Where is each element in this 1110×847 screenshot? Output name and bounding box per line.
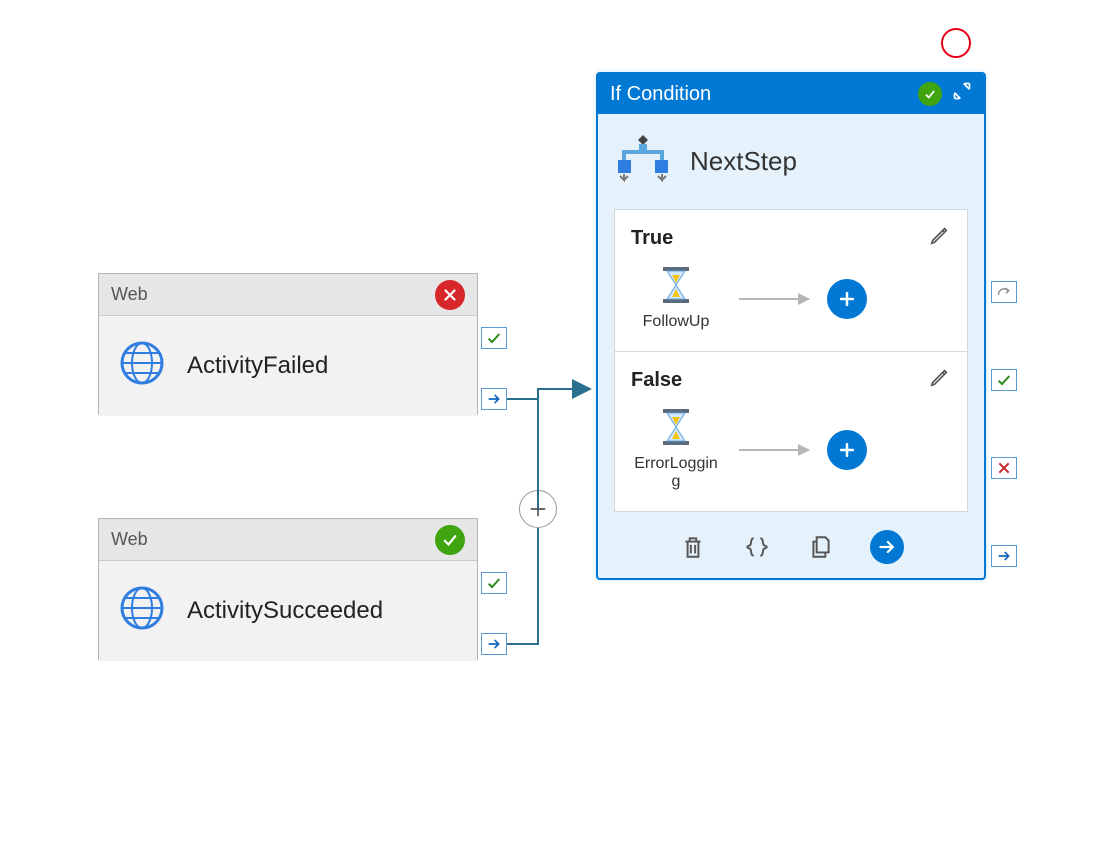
activity2-success-port[interactable] xyxy=(481,572,507,594)
activity-type-label: Web xyxy=(111,529,148,550)
status-ok-icon xyxy=(918,82,942,106)
condition-icon xyxy=(614,132,672,191)
branch-true-activity-name: FollowUp xyxy=(643,313,710,331)
code-braces-icon[interactable] xyxy=(742,532,772,562)
copy-icon[interactable] xyxy=(806,532,836,562)
activity-card-failed[interactable]: Web ActivityFailed xyxy=(98,273,478,415)
condition-completion-port[interactable] xyxy=(991,545,1017,567)
delete-icon[interactable] xyxy=(678,532,708,562)
validation-ring-icon xyxy=(941,28,971,58)
condition-failure-port[interactable] xyxy=(991,457,1017,479)
condition-titlebar[interactable]: If Condition xyxy=(598,74,984,114)
flow-arrow-icon xyxy=(739,449,809,451)
condition-footer xyxy=(598,524,984,578)
proceed-button[interactable] xyxy=(870,530,904,564)
activity1-completion-port[interactable] xyxy=(481,388,507,410)
wait-icon xyxy=(659,408,693,451)
activity-header: Web xyxy=(99,274,477,316)
branch-true-activity[interactable]: FollowUp xyxy=(631,266,721,331)
branch-false-activity[interactable]: ErrorLogging xyxy=(631,408,721,491)
activity-body: ActivityFailed xyxy=(99,316,477,416)
branch-label: False xyxy=(631,369,682,392)
add-activity-button[interactable] xyxy=(827,430,867,470)
condition-success-port[interactable] xyxy=(991,369,1017,391)
branch-false-activity-name: ErrorLogging xyxy=(631,455,721,491)
edit-icon[interactable] xyxy=(929,366,951,394)
pipeline-canvas[interactable]: Web ActivityFailed Web xyxy=(0,0,1110,847)
flow-arrow-icon xyxy=(739,298,809,300)
activity-name: ActivitySucceeded xyxy=(187,597,383,625)
if-condition-panel[interactable]: If Condition xyxy=(596,72,986,580)
activity-name: ActivityFailed xyxy=(187,352,328,380)
activity-type-label: Web xyxy=(111,284,148,305)
activity-body: ActivitySucceeded xyxy=(99,561,477,661)
branches-container: True xyxy=(614,209,968,512)
condition-skip-port[interactable] xyxy=(991,281,1017,303)
condition-title: If Condition xyxy=(610,83,711,106)
join-add-button[interactable] xyxy=(519,490,557,528)
collapse-icon[interactable] xyxy=(952,81,972,107)
status-ok-icon xyxy=(435,525,465,555)
status-fail-icon xyxy=(435,280,465,310)
add-activity-button[interactable] xyxy=(827,279,867,319)
branch-true[interactable]: True xyxy=(615,210,967,351)
activity-header: Web xyxy=(99,519,477,561)
condition-name: NextStep xyxy=(690,146,797,177)
activity2-completion-port[interactable] xyxy=(481,633,507,655)
globe-icon xyxy=(119,585,165,638)
condition-name-row: NextStep xyxy=(598,114,984,209)
activity-card-succeeded[interactable]: Web ActivitySucceeded xyxy=(98,518,478,660)
edit-icon[interactable] xyxy=(929,224,951,252)
globe-icon xyxy=(119,340,165,393)
branch-label: True xyxy=(631,227,673,250)
branch-false[interactable]: False xyxy=(615,351,967,511)
wait-icon xyxy=(659,266,693,309)
activity1-success-port[interactable] xyxy=(481,327,507,349)
